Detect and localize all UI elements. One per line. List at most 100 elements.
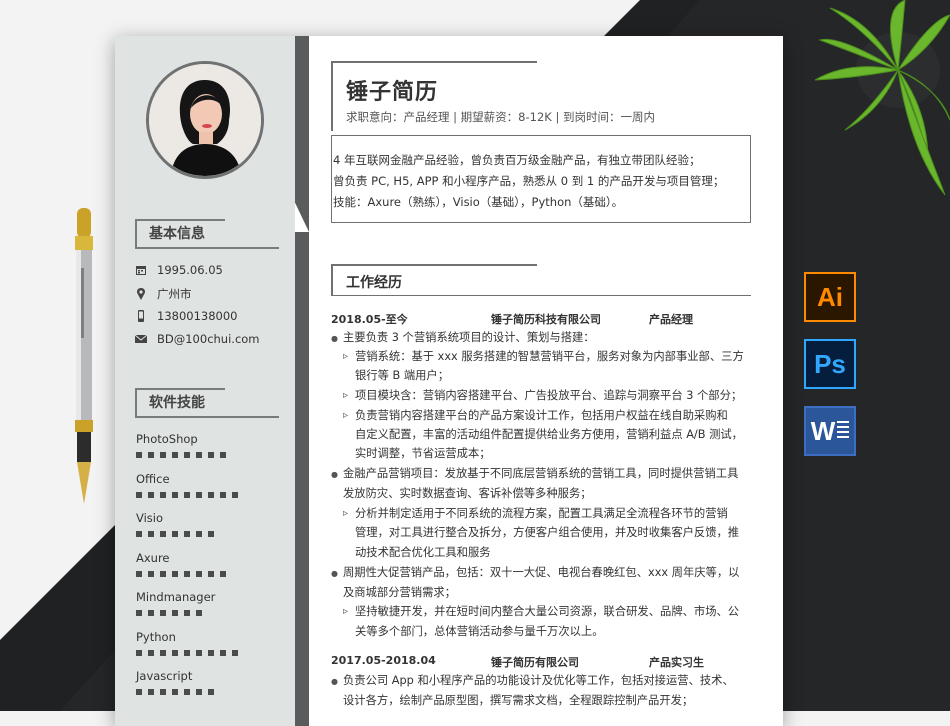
work-line: 设计各方，绘制产品原型图，撰写需求文档，全程跟踪控制产品开发； xyxy=(343,694,694,707)
skill-level-dot xyxy=(208,689,214,695)
skill-level-dot xyxy=(184,452,190,458)
phone-row: 13800138000 xyxy=(135,309,237,323)
skill-level-dot xyxy=(148,689,154,695)
skill-level-dot xyxy=(220,452,226,458)
work-line: 管理，对工具进行整合及拆分，方便客户组合使用，并及时收集客户反馈，推 xyxy=(355,526,740,539)
skill-level-dot xyxy=(196,610,202,616)
skill-level-dot xyxy=(208,452,214,458)
email-row: BD@100chui.com xyxy=(135,332,260,346)
resume-main: 锤子简历 求职意向：产品经理 | 期望薪资：8-12K | 到岗时间：一周内 4… xyxy=(331,36,767,726)
work-line: 周期性大促营销产品，包括：双十一大促、电视台春晚红包、xxx 周年庆等，以 xyxy=(331,566,739,581)
job-period: 2017.05-2018.04 xyxy=(331,654,436,667)
phone-icon xyxy=(138,310,144,322)
skill-level-dot xyxy=(184,649,190,656)
skill-level-dot xyxy=(160,610,166,616)
skill-level xyxy=(136,452,226,458)
skill-level-dot xyxy=(136,610,142,616)
skill-level xyxy=(136,610,202,616)
work-line: 主要负责 3 个营销系统项目的设计、策划与搭建： xyxy=(331,331,595,346)
work-line: 实时调整，节省运营成本； xyxy=(355,447,491,460)
skill-level-dot xyxy=(208,649,214,656)
skill-level-dot xyxy=(196,531,202,537)
job-role: 产品实习生 xyxy=(649,656,704,669)
skill-level-dot xyxy=(220,649,226,656)
birthday-row: 1995.06.05 xyxy=(135,263,223,277)
resume-sidebar: 基本信息 1995.06.05 广州市 13800138000 BD@100ch… xyxy=(115,36,295,726)
skill-level-dot xyxy=(136,491,142,498)
skill-level-dot xyxy=(196,491,202,498)
skill-level-dot xyxy=(160,452,166,458)
work-line: 金融产品营销项目：发放基于不同底层营销系统的营销工具，同时提供营销工具 xyxy=(331,467,738,482)
skill-level-dot xyxy=(172,531,178,537)
skill-level-dot xyxy=(172,689,178,695)
skill-level-dot xyxy=(172,649,178,656)
skill-level-dot xyxy=(232,491,238,498)
work-experience-title: 工作经历 xyxy=(331,264,751,296)
skill-level-dot xyxy=(148,531,154,537)
skill-level-dot xyxy=(196,452,202,458)
skill-level xyxy=(136,531,214,537)
skill-level-dot xyxy=(172,610,178,616)
summary-line: 4 年互联网金融产品经验，曾负责百万级金融产品，有独立带团队经验； xyxy=(333,153,701,167)
skill-level-dot xyxy=(196,689,202,695)
skill-level-dot xyxy=(160,531,166,537)
work-line: 动技术配合优化工具和服务 xyxy=(355,546,491,559)
resume-name: 锤子简历 xyxy=(346,80,439,105)
job-company: 锤子简历有限公司 xyxy=(491,656,579,669)
skill-level-dot xyxy=(184,491,190,498)
birthday-text: 1995.06.05 xyxy=(157,263,223,277)
skill-level xyxy=(136,491,238,498)
skill-name: Visio xyxy=(136,511,164,525)
skill-level-dot xyxy=(196,649,202,656)
work-title-text: 工作经历 xyxy=(346,275,402,291)
skill-level-dot xyxy=(220,570,226,577)
skill-level-dot xyxy=(160,570,166,577)
job-intent: 求职意向：产品经理 | 期望薪资：8-12K | 到岗时间：一周内 xyxy=(346,110,656,124)
word-icon-letter: W xyxy=(810,415,836,446)
skill-level xyxy=(136,689,214,695)
job-company: 锤子简历科技有限公司 xyxy=(491,313,601,326)
job-role: 产品经理 xyxy=(649,313,693,326)
work-line: 坚持敏捷开发，并在短时间内整合大量公司资源，联合研发、品牌、市场、公 xyxy=(343,605,739,619)
skill-level-dot xyxy=(148,649,154,656)
skill-level-dot xyxy=(136,452,142,458)
header-block: 锤子简历 求职意向：产品经理 | 期望薪资：8-12K | 到岗时间：一周内 4… xyxy=(331,61,751,247)
skill-name: PhotoShop xyxy=(136,432,198,446)
work-line: 关等多个部门，总体营销活动参与量千万次以上。 xyxy=(355,625,604,638)
skill-level xyxy=(136,570,226,577)
skill-level-dot xyxy=(148,610,154,616)
accent-strip-bottom xyxy=(295,232,309,726)
skill-name: Axure xyxy=(136,550,170,565)
work-line: 项目模块含：营销内容搭建平台、广告投放平台、追踪与洞察平台 3 个部分； xyxy=(343,389,742,403)
skill-name: Mindmanager xyxy=(136,590,216,604)
software-skills-title: 软件技能 xyxy=(135,388,279,418)
skill-level-dot xyxy=(220,491,226,498)
job-period: 2018.05-至今 xyxy=(331,313,408,326)
illustrator-icon: Ai xyxy=(804,272,856,322)
work-line: 发放防灾、实时数据查询、客诉补偿等多种服务； xyxy=(343,487,592,500)
location-icon xyxy=(136,288,146,300)
skill-level-dot xyxy=(148,570,154,577)
work-line: 银行等 B 端用户； xyxy=(355,369,450,382)
skill-level-dot xyxy=(172,570,178,577)
skill-level-dot xyxy=(208,531,214,537)
summary-box: 4 年互联网金融产品经验，曾负责百万级金融产品，有独立带团队经验； 曾负责 PC… xyxy=(331,135,751,223)
work-line: 营销系统：基于 xxx 服务搭建的智慧营销平台，服务对象为内部事业部、三方 xyxy=(343,350,744,364)
phone-text: 13800138000 xyxy=(157,309,238,323)
skill-level-dot xyxy=(172,491,178,498)
plant-decoration xyxy=(814,0,950,196)
pen-decoration xyxy=(75,208,93,504)
skill-level-dot xyxy=(208,491,214,498)
skill-level-dot xyxy=(184,689,190,695)
skill-level-dot xyxy=(148,491,154,498)
skill-level-dot xyxy=(232,649,238,656)
skill-level-dot xyxy=(208,570,214,577)
accent-strip-top xyxy=(295,36,309,232)
work-line: 负责营销内容搭建平台的产品方案设计工作，包括用户权益在线自助采购和 xyxy=(343,409,728,423)
skill-level-dot xyxy=(196,570,202,577)
email-text: BD@100chui.com xyxy=(157,332,260,346)
skill-level-dot xyxy=(160,689,166,695)
skill-level xyxy=(136,649,238,656)
basic-info-title: 基本信息 xyxy=(135,219,279,249)
skill-level-dot xyxy=(136,570,142,577)
